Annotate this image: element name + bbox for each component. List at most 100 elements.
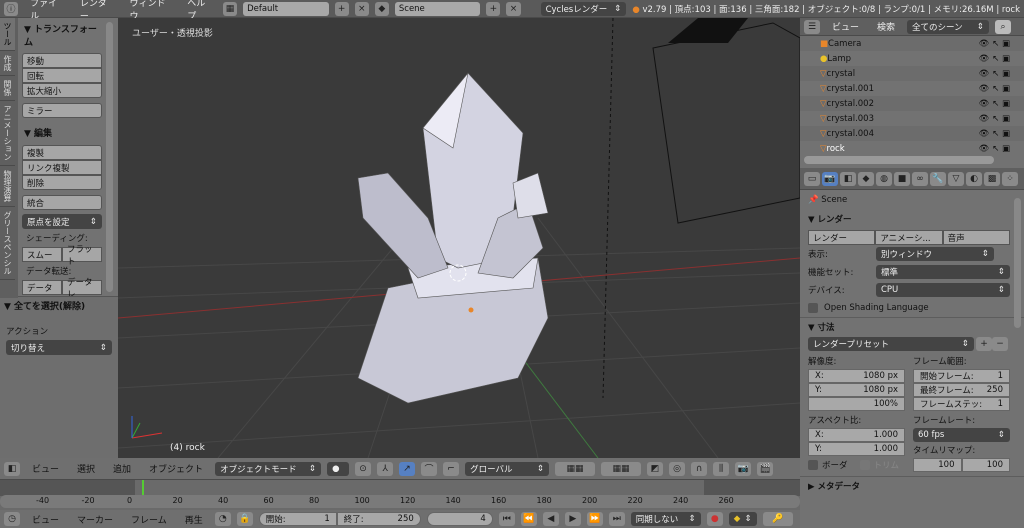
osl-checkbox[interactable]	[808, 303, 818, 313]
keying-select[interactable]: ◆ ⇕	[728, 512, 757, 526]
remap-old-field[interactable]: 100	[913, 458, 962, 472]
snap-icon[interactable]: ∩	[691, 461, 708, 476]
modifier-tab-icon[interactable]: 🔧	[930, 171, 946, 186]
current-frame-indicator[interactable]	[142, 480, 144, 496]
rotate-icon[interactable]: ⌒	[421, 461, 438, 476]
snap-element-icon[interactable]: ⫼	[713, 461, 730, 476]
outliner-item-crystal-003[interactable]: ▽ crystal.003 👁 ↖ ▣	[800, 111, 1024, 126]
resolution-percent-field[interactable]: 100%	[808, 397, 905, 411]
3d-viewport[interactable]: ユーザー・透視投影 (4) rock	[118, 18, 800, 458]
texture-tab-icon[interactable]: ▩	[984, 171, 1000, 186]
tab-animation[interactable]: アニメーション	[0, 101, 15, 166]
translate-icon[interactable]: ↗	[399, 461, 416, 476]
metadata-panel-header[interactable]: ▶ メタデータ	[800, 476, 1024, 494]
render-preset-select[interactable]: レンダープリセット ⇕	[808, 337, 974, 351]
outliner-hscrollbar[interactable]	[804, 156, 994, 164]
visibility-icons[interactable]: 👁 ↖ ▣	[979, 144, 1010, 154]
transform-panel-header[interactable]: ▼ トランスフォーム	[20, 20, 102, 50]
vp-menu-object[interactable]: オブジェクト	[143, 462, 209, 475]
visibility-icons[interactable]: 👁 ↖ ▣	[979, 54, 1010, 64]
feature-set-select[interactable]: 標準 ⇕	[876, 265, 1010, 279]
timeline-editor-icon[interactable]: ◷	[4, 512, 20, 526]
resolution-x-field[interactable]: X: 1080 px	[808, 369, 905, 383]
tab-tools[interactable]: ツール	[0, 18, 15, 51]
crop-checkbox[interactable]	[859, 460, 870, 470]
outliner-item-lamp[interactable]: ● Lamp 👁 ↖ ▣	[800, 51, 1024, 66]
visibility-icons[interactable]: 👁 ↖ ▣	[979, 114, 1010, 124]
layers-grid-2[interactable]: ▦▦	[601, 461, 642, 476]
mode-select[interactable]: オブジェクトモード ⇕	[215, 461, 322, 476]
object-tab-icon[interactable]: ■	[894, 171, 910, 186]
outliner-item-crystal[interactable]: ▽ crystal 👁 ↖ ▣	[800, 66, 1024, 81]
jump-end-icon[interactable]: ⏭	[608, 512, 625, 526]
layers-tab-icon[interactable]: ◧	[840, 171, 856, 186]
scale-button[interactable]: 拡大縮小	[22, 83, 102, 98]
particles-tab-icon[interactable]: ⁘	[1002, 171, 1018, 186]
proportional-icon[interactable]: ◎	[669, 461, 686, 476]
render-engine-select[interactable]: Cyclesレンダー ⇕	[540, 1, 627, 16]
render-animation-button[interactable]: アニメーシ...	[875, 230, 943, 245]
play-icon[interactable]: ▶	[564, 512, 581, 526]
visibility-icons[interactable]: 👁 ↖ ▣	[979, 69, 1010, 79]
vp-menu-select[interactable]: 選択	[71, 462, 101, 475]
data-layout-button[interactable]: データレ	[62, 278, 102, 300]
data-tab-icon[interactable]: ▽	[948, 171, 964, 186]
device-select[interactable]: CPU ⇕	[876, 283, 1010, 297]
vp-menu-add[interactable]: 追加	[107, 462, 137, 475]
frame-end-field[interactable]: 最終フレーム: 250	[913, 383, 1010, 397]
move-button[interactable]: 移動	[22, 53, 102, 68]
add-scene-icon[interactable]: +	[486, 1, 501, 16]
mirror-button[interactable]: ミラー	[22, 103, 102, 118]
sync-select[interactable]: 同期しない ⇕	[630, 512, 701, 526]
visibility-icons[interactable]: 👁 ↖ ▣	[979, 84, 1010, 94]
visibility-icons[interactable]: 👁 ↖ ▣	[979, 129, 1010, 139]
frame-rate-select[interactable]: 60 fps ⇕	[913, 428, 1010, 442]
search-icon[interactable]: ⌕	[995, 19, 1012, 34]
render-button[interactable]: レンダー	[808, 230, 876, 245]
scene-field[interactable]: Scene	[394, 1, 481, 16]
outliner-item-crystal-002[interactable]: ▽ crystal.002 👁 ↖ ▣	[800, 96, 1024, 111]
scene-icon[interactable]: ◆	[374, 1, 389, 16]
visibility-icons[interactable]: 👁 ↖ ▣	[979, 39, 1010, 49]
record-icon[interactable]: ●	[706, 512, 723, 526]
remap-new-field[interactable]: 100	[961, 458, 1010, 472]
remove-preset-icon[interactable]: −	[992, 337, 1008, 351]
action-select[interactable]: 切り替え ⇕	[6, 340, 112, 355]
add-preset-icon[interactable]: +	[976, 337, 992, 351]
lock-range-icon[interactable]: 🔒	[236, 512, 253, 526]
rotate-button[interactable]: 回転	[22, 68, 102, 83]
frame-step-field[interactable]: フレームステッ: 1	[913, 397, 1010, 411]
layout-icon[interactable]: ▦	[222, 1, 238, 16]
duplicate-button[interactable]: 複製	[22, 145, 102, 160]
edit-panel-header[interactable]: ▼ 編集	[20, 124, 102, 141]
aspect-y-field[interactable]: Y: 1.000	[808, 442, 905, 456]
tab-grease-pencil[interactable]: グリースペンシル	[0, 207, 15, 280]
tab-create[interactable]: 作成	[0, 51, 15, 76]
play-reverse-icon[interactable]: ◀	[542, 512, 559, 526]
prev-keyframe-icon[interactable]: ⏪	[520, 512, 537, 526]
info-editor-icon[interactable]: ⓘ	[4, 1, 19, 16]
lock-camera-icon[interactable]: ◩	[647, 461, 664, 476]
visibility-icons[interactable]: 👁 ↖ ▣	[979, 99, 1010, 109]
3d-view-editor-icon[interactable]: ◧	[4, 461, 20, 476]
outliner-item-crystal-004[interactable]: ▽ crystal.004 👁 ↖ ▣	[800, 126, 1024, 141]
end-frame-field[interactable]: 終了: 250	[336, 512, 421, 526]
tab-relations[interactable]: 関係	[0, 76, 15, 101]
next-keyframe-icon[interactable]: ⏩	[586, 512, 603, 526]
vp-menu-view[interactable]: ビュー	[26, 462, 65, 475]
dimensions-panel-header[interactable]: ▼ 寸法	[800, 317, 1024, 335]
set-origin-select[interactable]: 原点を設定 ⇕	[22, 214, 102, 229]
outliner-search-menu[interactable]: 検索	[871, 20, 901, 33]
link-duplicate-button[interactable]: リンク複製	[22, 160, 102, 175]
border-checkbox[interactable]	[808, 460, 818, 470]
frame-start-field[interactable]: 開始フレーム: 1	[913, 369, 1010, 383]
render-still-icon[interactable]: 📷	[735, 461, 752, 476]
display-mode-select[interactable]: 全てのシーン ⇕	[907, 19, 990, 34]
scale-icon[interactable]: ⌐	[443, 461, 460, 476]
manipulator-icon[interactable]: ⅄	[377, 461, 394, 476]
join-button[interactable]: 統合	[22, 195, 102, 210]
world-tab-icon[interactable]: ◍	[876, 171, 892, 186]
delete-button[interactable]: 削除	[22, 175, 102, 190]
current-frame-field[interactable]: 4	[426, 512, 493, 526]
shading-select[interactable]: ●	[327, 461, 350, 476]
